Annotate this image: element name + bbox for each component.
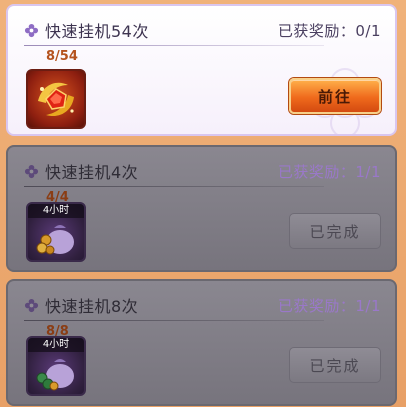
reward-item-coin-bag[interactable]: 4小时 bbox=[26, 202, 86, 262]
task-title: 快速挂机54次 bbox=[45, 22, 149, 41]
reward-count: 已获奖励：1/1 bbox=[277, 296, 381, 315]
item-duration-tag: 4小时 bbox=[28, 338, 84, 352]
task-card-1: 快速挂机54次 已获奖励：0/1 8/54 前往 bbox=[6, 4, 397, 136]
reward-item-coin-bag[interactable]: 4小时 bbox=[26, 336, 86, 396]
reward-count: 已获奖励：1/1 bbox=[277, 162, 381, 181]
go-button[interactable]: 前往 bbox=[289, 78, 381, 114]
flower-icon bbox=[24, 164, 39, 178]
red-gem-chest-icon bbox=[38, 82, 74, 117]
item-duration-tag: 4小时 bbox=[28, 204, 84, 218]
reward-count: 已获奖励：0/1 bbox=[277, 21, 381, 40]
task-progress: 8/54 bbox=[46, 49, 78, 64]
task-list: 快速挂机54次 已获奖励：0/1 8/54 前往 快速挂机4次 已获奖励：1/1… bbox=[0, 0, 406, 407]
task-header: 快速挂机8次 已获奖励：1/1 bbox=[24, 293, 381, 317]
completed-button: 已完成 bbox=[289, 347, 381, 383]
flower-icon bbox=[24, 298, 39, 312]
divider bbox=[24, 320, 324, 321]
task-card-2: 快速挂机4次 已获奖励：1/1 4/4 4小时 已完成 bbox=[6, 145, 397, 272]
completed-button: 已完成 bbox=[289, 213, 381, 249]
task-title: 快速挂机4次 bbox=[45, 163, 139, 182]
task-header: 快速挂机4次 已获奖励：1/1 bbox=[24, 159, 381, 183]
divider bbox=[24, 45, 324, 46]
task-header: 快速挂机54次 已获奖励：0/1 bbox=[24, 18, 381, 42]
reward-item-red-gem[interactable] bbox=[26, 69, 86, 129]
task-card-3: 快速挂机8次 已获奖励：1/1 8/8 4小时 已完成 bbox=[6, 279, 397, 406]
divider bbox=[24, 186, 324, 187]
task-title: 快速挂机8次 bbox=[45, 297, 139, 316]
flower-icon bbox=[24, 23, 39, 37]
